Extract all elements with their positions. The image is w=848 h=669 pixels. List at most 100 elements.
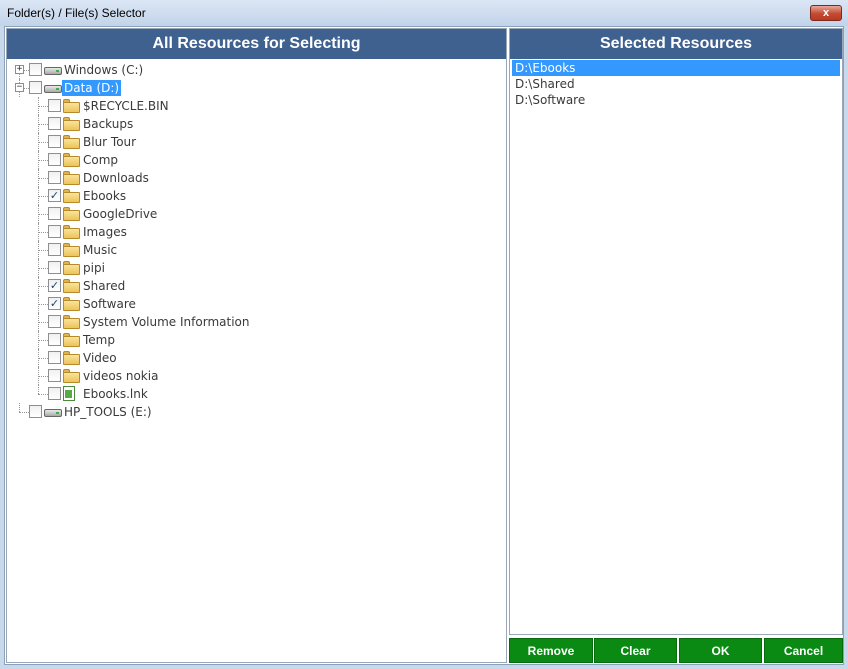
all-resources-panel: All Resources for Selecting + Windows (C:… — [6, 28, 507, 663]
tree-item[interactable]: Comp — [7, 151, 497, 169]
tree-item-label: Backups — [83, 117, 134, 131]
tree-item-checkbox[interactable] — [48, 117, 61, 130]
close-button[interactable]: x — [810, 5, 842, 21]
tree-item-checkbox[interactable] — [48, 99, 61, 112]
tree-item[interactable]: ✓ Shared — [7, 277, 497, 295]
tree-connector — [38, 358, 48, 359]
remove-button[interactable]: Remove — [509, 638, 593, 663]
dialog-body: All Resources for Selecting + Windows (C:… — [4, 26, 844, 665]
tree-item[interactable]: ✓ Ebooks — [7, 187, 497, 205]
tree-item[interactable]: System Volume Information — [7, 313, 497, 331]
tree-item-label: Ebooks — [83, 189, 127, 203]
selected-resources-header: Selected Resources — [510, 29, 842, 59]
tree-item[interactable]: Downloads — [7, 169, 497, 187]
tree-item[interactable]: HP_TOOLS (E:) — [7, 403, 497, 421]
tree-item-checkbox[interactable]: ✓ — [48, 297, 61, 310]
tree-item-checkbox[interactable] — [48, 135, 61, 148]
clear-button[interactable]: Clear — [594, 638, 677, 663]
tree-connector — [38, 322, 48, 323]
tree-item-label: Software — [83, 297, 136, 311]
tree-item-label: Windows (C:) — [64, 63, 144, 77]
tree-item[interactable]: Temp — [7, 331, 497, 349]
folder-icon — [63, 261, 80, 275]
tree-connector — [38, 142, 48, 143]
folder-icon — [63, 351, 80, 365]
ok-button[interactable]: OK — [679, 638, 762, 663]
tree-item-checkbox[interactable]: ✓ — [48, 189, 61, 202]
tree-item-label: Video — [83, 351, 117, 365]
tree-item[interactable]: + Windows (C:) — [7, 61, 497, 79]
tree-item-checkbox[interactable] — [48, 387, 61, 400]
tree-connector — [19, 412, 29, 413]
tree-item-label: videos nokia — [83, 369, 159, 383]
selected-resource-item[interactable]: D:\Ebooks — [512, 60, 840, 76]
tree-item[interactable]: videos nokia — [7, 367, 497, 385]
tree-item[interactable]: Images — [7, 223, 497, 241]
tree-connector — [38, 250, 48, 251]
folder-icon — [63, 153, 80, 167]
tree-connector — [38, 106, 48, 107]
cancel-button[interactable]: Cancel — [764, 638, 843, 663]
tree-item-label: Comp — [83, 153, 119, 167]
tree-item-checkbox[interactable] — [29, 63, 42, 76]
tree-item[interactable]: ✓ Software — [7, 295, 497, 313]
folder-icon — [63, 333, 80, 347]
expand-icon[interactable]: + — [15, 65, 24, 74]
tree-connector — [38, 340, 48, 341]
tree-connector — [38, 268, 48, 269]
tree-item-checkbox[interactable] — [48, 171, 61, 184]
folder-icon — [63, 243, 80, 257]
folder-icon — [63, 171, 80, 185]
tree-item-label: Temp — [83, 333, 115, 347]
folder-icon — [63, 315, 80, 329]
tree-item-checkbox[interactable] — [48, 369, 61, 382]
folder-icon — [63, 369, 80, 383]
tree-item-checkbox[interactable] — [48, 243, 61, 256]
tree-item-checkbox[interactable] — [48, 207, 61, 220]
tree-item-checkbox[interactable] — [48, 315, 61, 328]
tree-item-label: pipi — [83, 261, 105, 275]
selected-resources-list[interactable]: D:\Ebooks D:\Shared D:\Software — [512, 60, 840, 108]
tree-item[interactable]: Backups — [7, 115, 497, 133]
tree-item[interactable]: Music — [7, 241, 497, 259]
folder-icon — [63, 207, 80, 221]
tree-item-checkbox[interactable] — [29, 81, 42, 94]
tree-item-checkbox[interactable] — [48, 351, 61, 364]
folder-icon — [63, 99, 80, 113]
button-bar: Remove Clear OK Cancel — [509, 638, 843, 663]
selected-resource-item[interactable]: D:\Shared — [512, 76, 840, 92]
tree-item[interactable]: GoogleDrive — [7, 205, 497, 223]
title-bar[interactable]: Folder(s) / File(s) Selector x — [0, 0, 848, 26]
collapse-icon[interactable]: − — [15, 83, 24, 92]
tree-item[interactable]: − Data (D:) — [7, 79, 497, 97]
tree-item-label: Shared — [83, 279, 126, 293]
tree-item-label: Downloads — [83, 171, 149, 185]
tree-item-checkbox[interactable]: ✓ — [48, 279, 61, 292]
tree-item[interactable]: Blur Tour — [7, 133, 497, 151]
tree-item-label: Images — [83, 225, 127, 239]
tree-item[interactable]: pipi — [7, 259, 497, 277]
tree-item[interactable]: Video — [7, 349, 497, 367]
tree-item-label: HP_TOOLS (E:) — [64, 405, 152, 419]
tree-item[interactable]: $RECYCLE.BIN — [7, 97, 497, 115]
tree-connector — [38, 196, 48, 197]
tree-item-checkbox[interactable] — [48, 261, 61, 274]
drive-icon — [44, 82, 62, 94]
tree-item-checkbox[interactable] — [48, 225, 61, 238]
selected-resource-item[interactable]: D:\Software — [512, 92, 840, 108]
folder-icon — [63, 135, 80, 149]
all-resources-header: All Resources for Selecting — [7, 29, 506, 59]
tree-connector — [38, 286, 48, 287]
file-icon — [63, 386, 75, 401]
window-title: Folder(s) / File(s) Selector — [7, 6, 146, 20]
tree-item[interactable]: Ebooks.lnk — [7, 385, 497, 403]
tree-item-checkbox[interactable] — [29, 405, 42, 418]
tree-item-label: Data (D:) — [62, 80, 122, 96]
drive-icon — [44, 64, 62, 76]
tree-item-checkbox[interactable] — [48, 153, 61, 166]
tree-item-label: System Volume Information — [83, 315, 250, 329]
folder-icon — [63, 189, 80, 203]
folder-icon — [63, 117, 80, 131]
tree-item-checkbox[interactable] — [48, 333, 61, 346]
tree-connector — [19, 403, 20, 412]
